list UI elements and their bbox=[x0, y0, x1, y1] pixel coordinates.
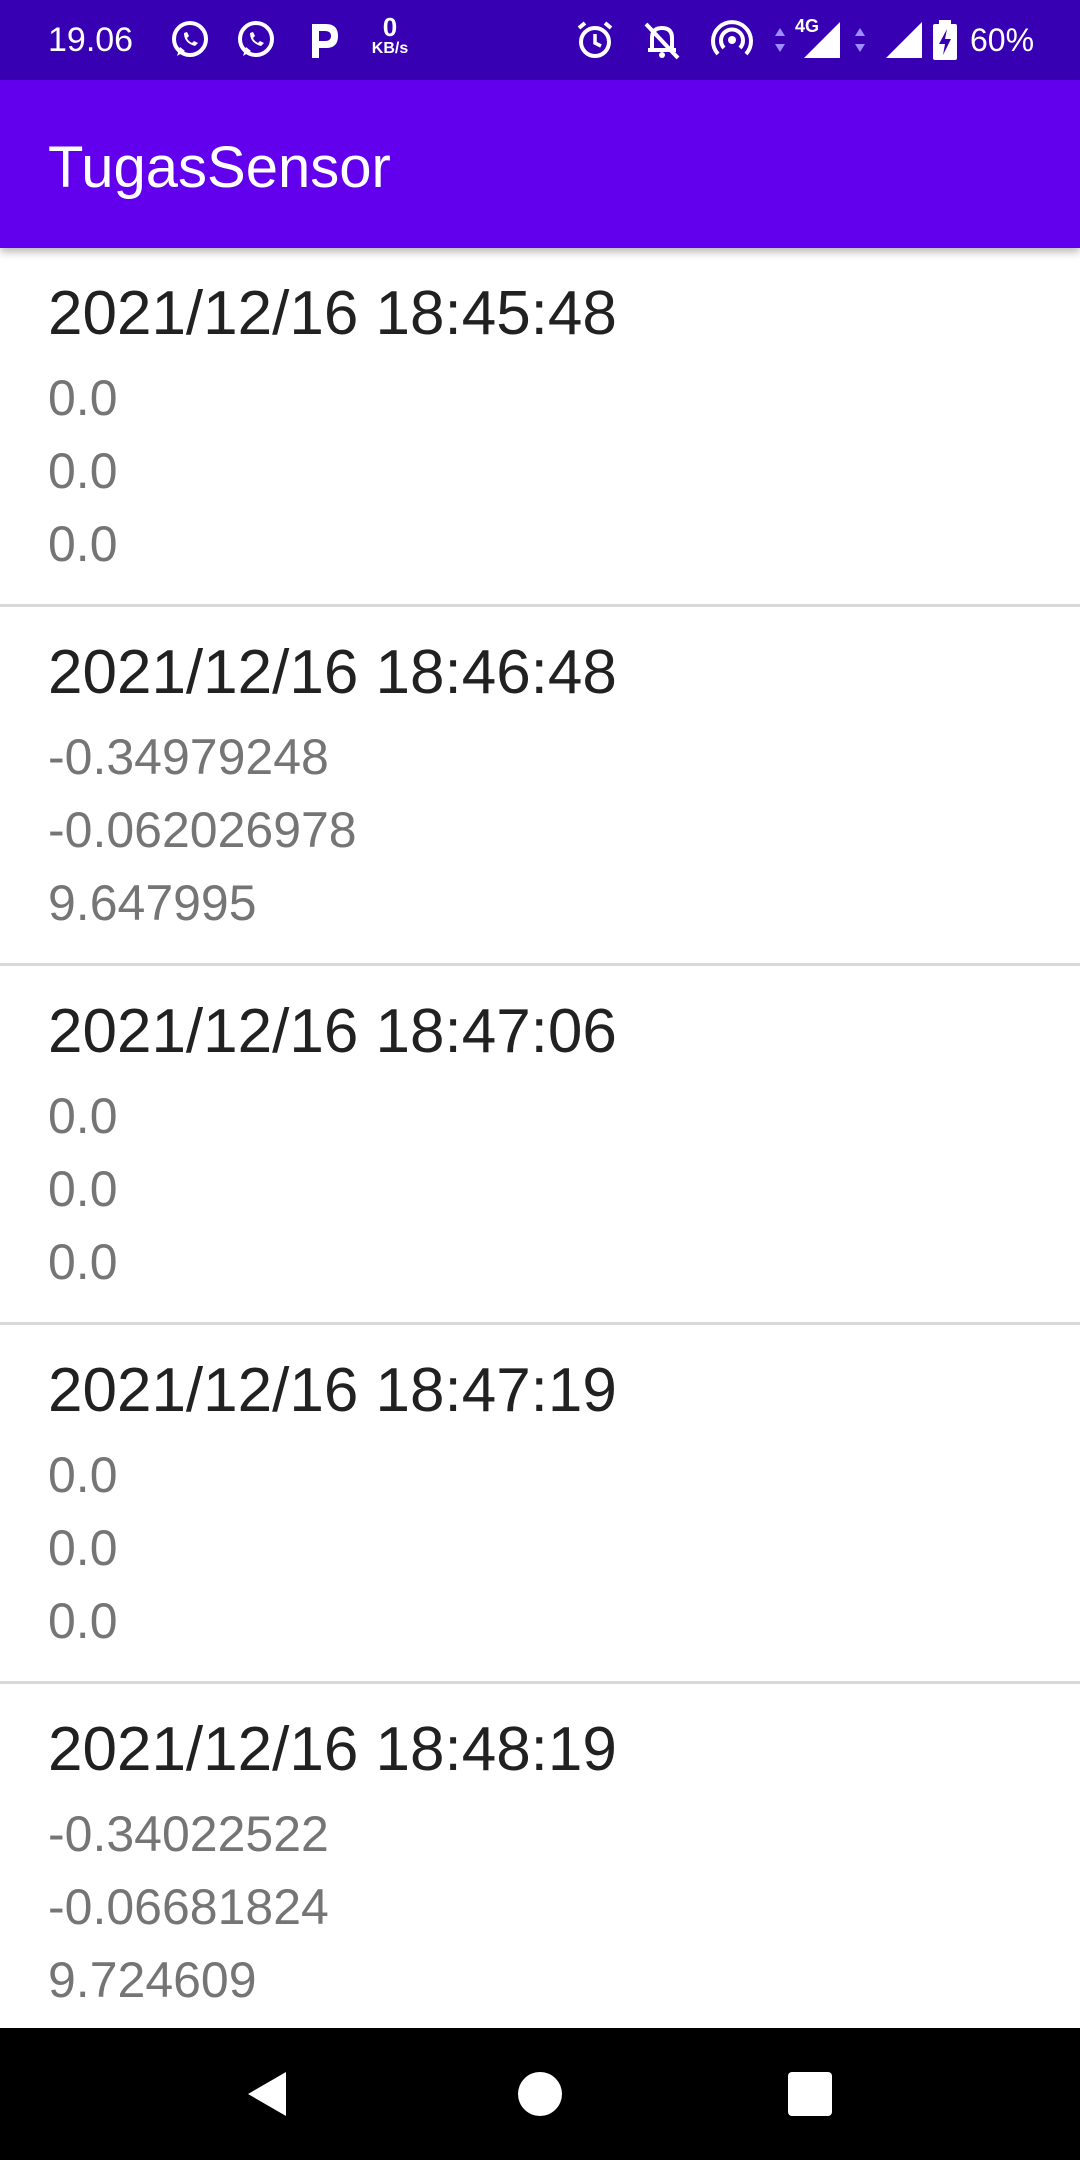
network-speed-unit: KB/s bbox=[371, 40, 409, 57]
signal-icon bbox=[882, 18, 926, 62]
list-item[interactable]: 2021/12/16 18:46:48 -0.34979248 -0.06202… bbox=[0, 607, 1080, 966]
list-item[interactable]: 2021/12/16 18:47:19 0.0 0.0 0.0 bbox=[0, 1325, 1080, 1684]
status-bar: 19.06 0 KB/s 4G 60% bbox=[0, 0, 1080, 80]
item-value-z: 9.724609 bbox=[48, 1952, 257, 2008]
battery-percent: 60% bbox=[970, 22, 1035, 58]
item-value-x: -0.34979248 bbox=[48, 729, 329, 785]
item-value-z: 9.647995 bbox=[48, 875, 257, 931]
status-time: 19.06 bbox=[48, 21, 134, 59]
whatsapp-icon bbox=[168, 18, 212, 62]
item-value-x: 0.0 bbox=[48, 1088, 118, 1144]
app-title: TugasSensor bbox=[48, 135, 391, 200]
item-value-z: 0.0 bbox=[48, 516, 118, 572]
item-value-z: 0.0 bbox=[48, 1593, 118, 1649]
app-bar: TugasSensor bbox=[0, 80, 1080, 248]
alarm-icon bbox=[573, 18, 617, 62]
item-value-x: 0.0 bbox=[48, 1447, 118, 1503]
list-item[interactable]: 2021/12/16 18:47:06 0.0 0.0 0.0 bbox=[0, 966, 1080, 1325]
item-value-x: -0.34022522 bbox=[48, 1806, 329, 1862]
screen: 19.06 0 KB/s 4G 60% TugasSensor 2021/12/… bbox=[0, 0, 1080, 2160]
item-value-y: -0.062026978 bbox=[48, 802, 357, 858]
recents-icon[interactable] bbox=[780, 2064, 840, 2124]
item-timestamp: 2021/12/16 18:46:48 bbox=[48, 638, 617, 707]
item-timestamp: 2021/12/16 18:47:06 bbox=[48, 997, 617, 1066]
item-value-y: 0.0 bbox=[48, 1161, 118, 1217]
data-activity-icon bbox=[850, 18, 870, 62]
navigation-bar bbox=[0, 2028, 1080, 2160]
back-icon[interactable] bbox=[238, 2064, 298, 2124]
sensor-readings-list[interactable]: 2021/12/16 18:45:48 0.0 0.0 0.0 2021/12/… bbox=[0, 248, 1080, 2028]
item-value-z: 0.0 bbox=[48, 1234, 118, 1290]
network-speed-value: 0 bbox=[382, 12, 398, 42]
notifications-off-icon bbox=[640, 18, 684, 62]
battery-charging-icon bbox=[930, 18, 960, 62]
list-item[interactable]: 2021/12/16 18:45:48 0.0 0.0 0.0 bbox=[0, 248, 1080, 607]
item-timestamp: 2021/12/16 18:47:19 bbox=[48, 1356, 617, 1425]
item-value-y: -0.06681824 bbox=[48, 1879, 329, 1935]
item-value-y: 0.0 bbox=[48, 1520, 118, 1576]
list-item[interactable]: 2021/12/16 18:48:19 -0.34022522 -0.06681… bbox=[0, 1684, 1080, 2028]
signal-icon bbox=[800, 18, 844, 62]
item-value-x: 0.0 bbox=[48, 370, 118, 426]
whatsapp-business-icon bbox=[234, 18, 278, 62]
hotspot-icon bbox=[710, 18, 754, 62]
item-timestamp: 2021/12/16 18:48:19 bbox=[48, 1715, 617, 1784]
item-timestamp: 2021/12/16 18:45:48 bbox=[48, 279, 617, 348]
parking-p-icon bbox=[302, 18, 346, 62]
home-icon[interactable] bbox=[510, 2064, 570, 2124]
data-activity-icon bbox=[770, 18, 790, 62]
item-value-y: 0.0 bbox=[48, 443, 118, 499]
network-speed: 0 KB/s bbox=[365, 14, 415, 58]
